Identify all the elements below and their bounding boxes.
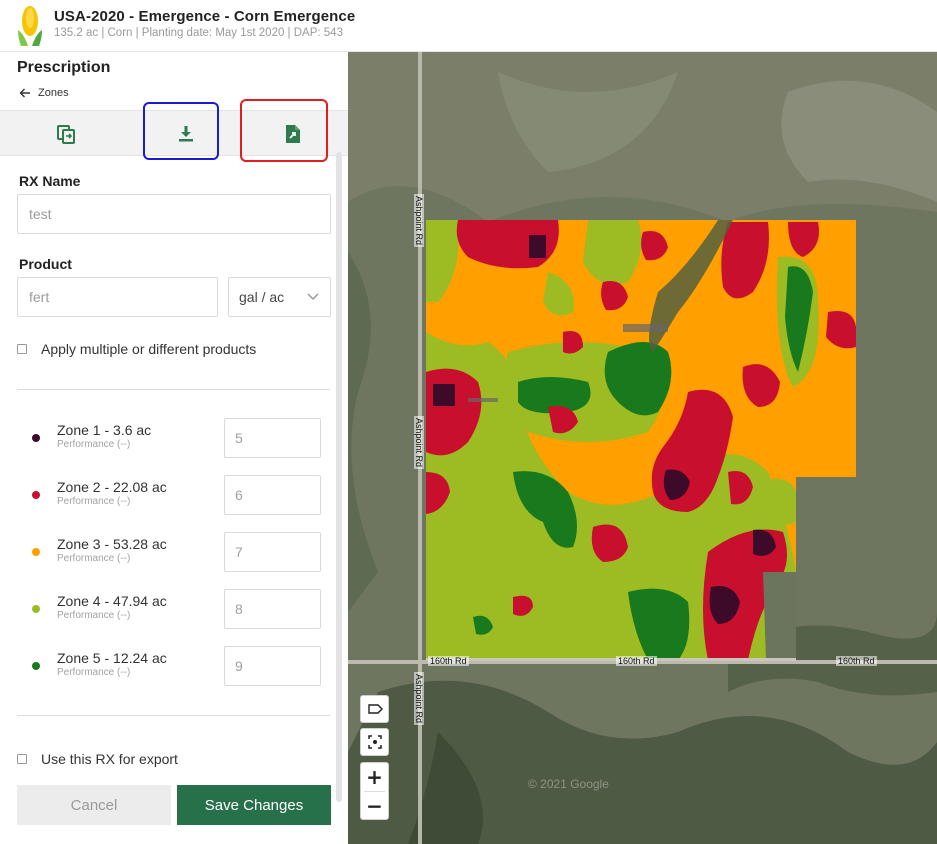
file-export-icon [286,125,300,143]
zone-color-dot [32,605,40,613]
app-header: USA-2020 - Emergence - Corn Emergence 13… [0,0,937,52]
zone-rate-input[interactable]: 6 [224,475,321,515]
zone-rate-input[interactable]: 7 [224,532,321,572]
zone-rate-input[interactable]: 9 [224,646,321,686]
tag-icon [367,704,383,714]
zoom-out-button[interactable]: − [361,792,388,820]
checkbox-box[interactable] [17,754,27,764]
save-changes-button[interactable]: Save Changes [177,785,331,825]
zone-row: Zone 2 - 22.08 ac Performance (--) 6 [0,475,330,515]
road-label: Ashpoint Rd [414,194,424,248]
zoom-in-button[interactable]: + [361,763,388,791]
multiple-products-checkbox[interactable]: Apply multiple or different products [17,341,256,357]
road-label: 160th Rd [616,656,657,666]
panel-title: Prescription [17,59,111,76]
multiple-products-label: Apply multiple or different products [41,341,257,357]
zone-row: Zone 4 - 47.94 ac Performance (--) 8 [0,589,330,629]
copy-button[interactable] [21,111,111,157]
download-icon [179,126,193,142]
fit-bounds-button[interactable] [360,728,389,756]
download-button[interactable] [141,111,231,157]
zone-name: Zone 5 - 12.24 ac [57,650,167,666]
zone-name: Zone 3 - 53.28 ac [57,536,167,552]
zone-performance: Performance (--) [57,496,131,507]
map-view[interactable]: Ashpoint Rd Ashpoint Rd Ashpoint Rd 160t… [348,52,937,844]
road-label: 160th Rd [428,656,469,666]
road-label: Ashpoint Rd [414,416,424,470]
map-attribution: © 2021 Google [528,777,609,791]
zone-name: Zone 2 - 22.08 ac [57,479,167,495]
zone-row: Zone 1 - 3.6 ac Performance (--) 5 [0,418,330,458]
zone-name: Zone 1 - 3.6 ac [57,422,152,438]
back-to-zones-link[interactable]: Zones [18,86,69,100]
export-file-button[interactable] [248,111,338,157]
zone-color-dot [32,491,40,499]
zone-color-dot [32,548,40,556]
chevron-down-icon [307,293,319,301]
copy-icon [57,125,75,144]
field-title: USA-2020 - Emergence - Corn Emergence [54,8,356,25]
panel-scrollbar[interactable] [336,152,342,802]
zone-row: Zone 3 - 53.28 ac Performance (--) 7 [0,532,330,572]
checkbox-box[interactable] [17,344,27,354]
zone-performance: Performance (--) [57,439,131,450]
corn-icon [18,6,42,46]
zone-name: Zone 4 - 47.94 ac [57,593,167,609]
label-toggle-button[interactable] [360,695,389,723]
product-label: Product [19,256,72,272]
focus-icon [367,735,382,749]
zoom-control: + − [360,762,389,820]
zone-performance: Performance (--) [57,553,131,564]
use-for-export-label: Use this RX for export [41,751,178,767]
rx-name-input[interactable]: test [17,194,331,234]
prescription-panel: Prescription Zones RX Name test Product … [0,52,348,844]
zone-row: Zone 5 - 12.24 ac Performance (--) 9 [0,646,330,686]
prescription-toolbar [0,110,348,156]
zone-rate-input[interactable]: 5 [224,418,321,458]
road-label: Ashpoint Rd [414,672,424,726]
rx-name-label: RX Name [19,173,81,189]
field-subtitle: 135.2 ac | Corn | Planting date: May 1st… [54,27,343,39]
zone-performance: Performance (--) [57,667,131,678]
divider [17,389,330,390]
unit-select[interactable]: gal / ac [228,277,331,317]
product-input[interactable]: fert [17,277,218,317]
zone-color-dot [32,662,40,670]
arrow-left-icon [19,88,30,98]
divider [17,715,330,716]
zone-rate-input[interactable]: 8 [224,589,321,629]
zone-performance: Performance (--) [57,610,131,621]
cancel-button[interactable]: Cancel [17,785,171,825]
zone-color-dot [32,434,40,442]
unit-select-value: gal / ac [239,289,285,305]
use-for-export-checkbox[interactable]: Use this RX for export [17,751,178,767]
satellite-map[interactable] [348,52,937,844]
back-link-label: Zones [38,87,69,99]
road-label: 160th Rd [836,656,877,666]
